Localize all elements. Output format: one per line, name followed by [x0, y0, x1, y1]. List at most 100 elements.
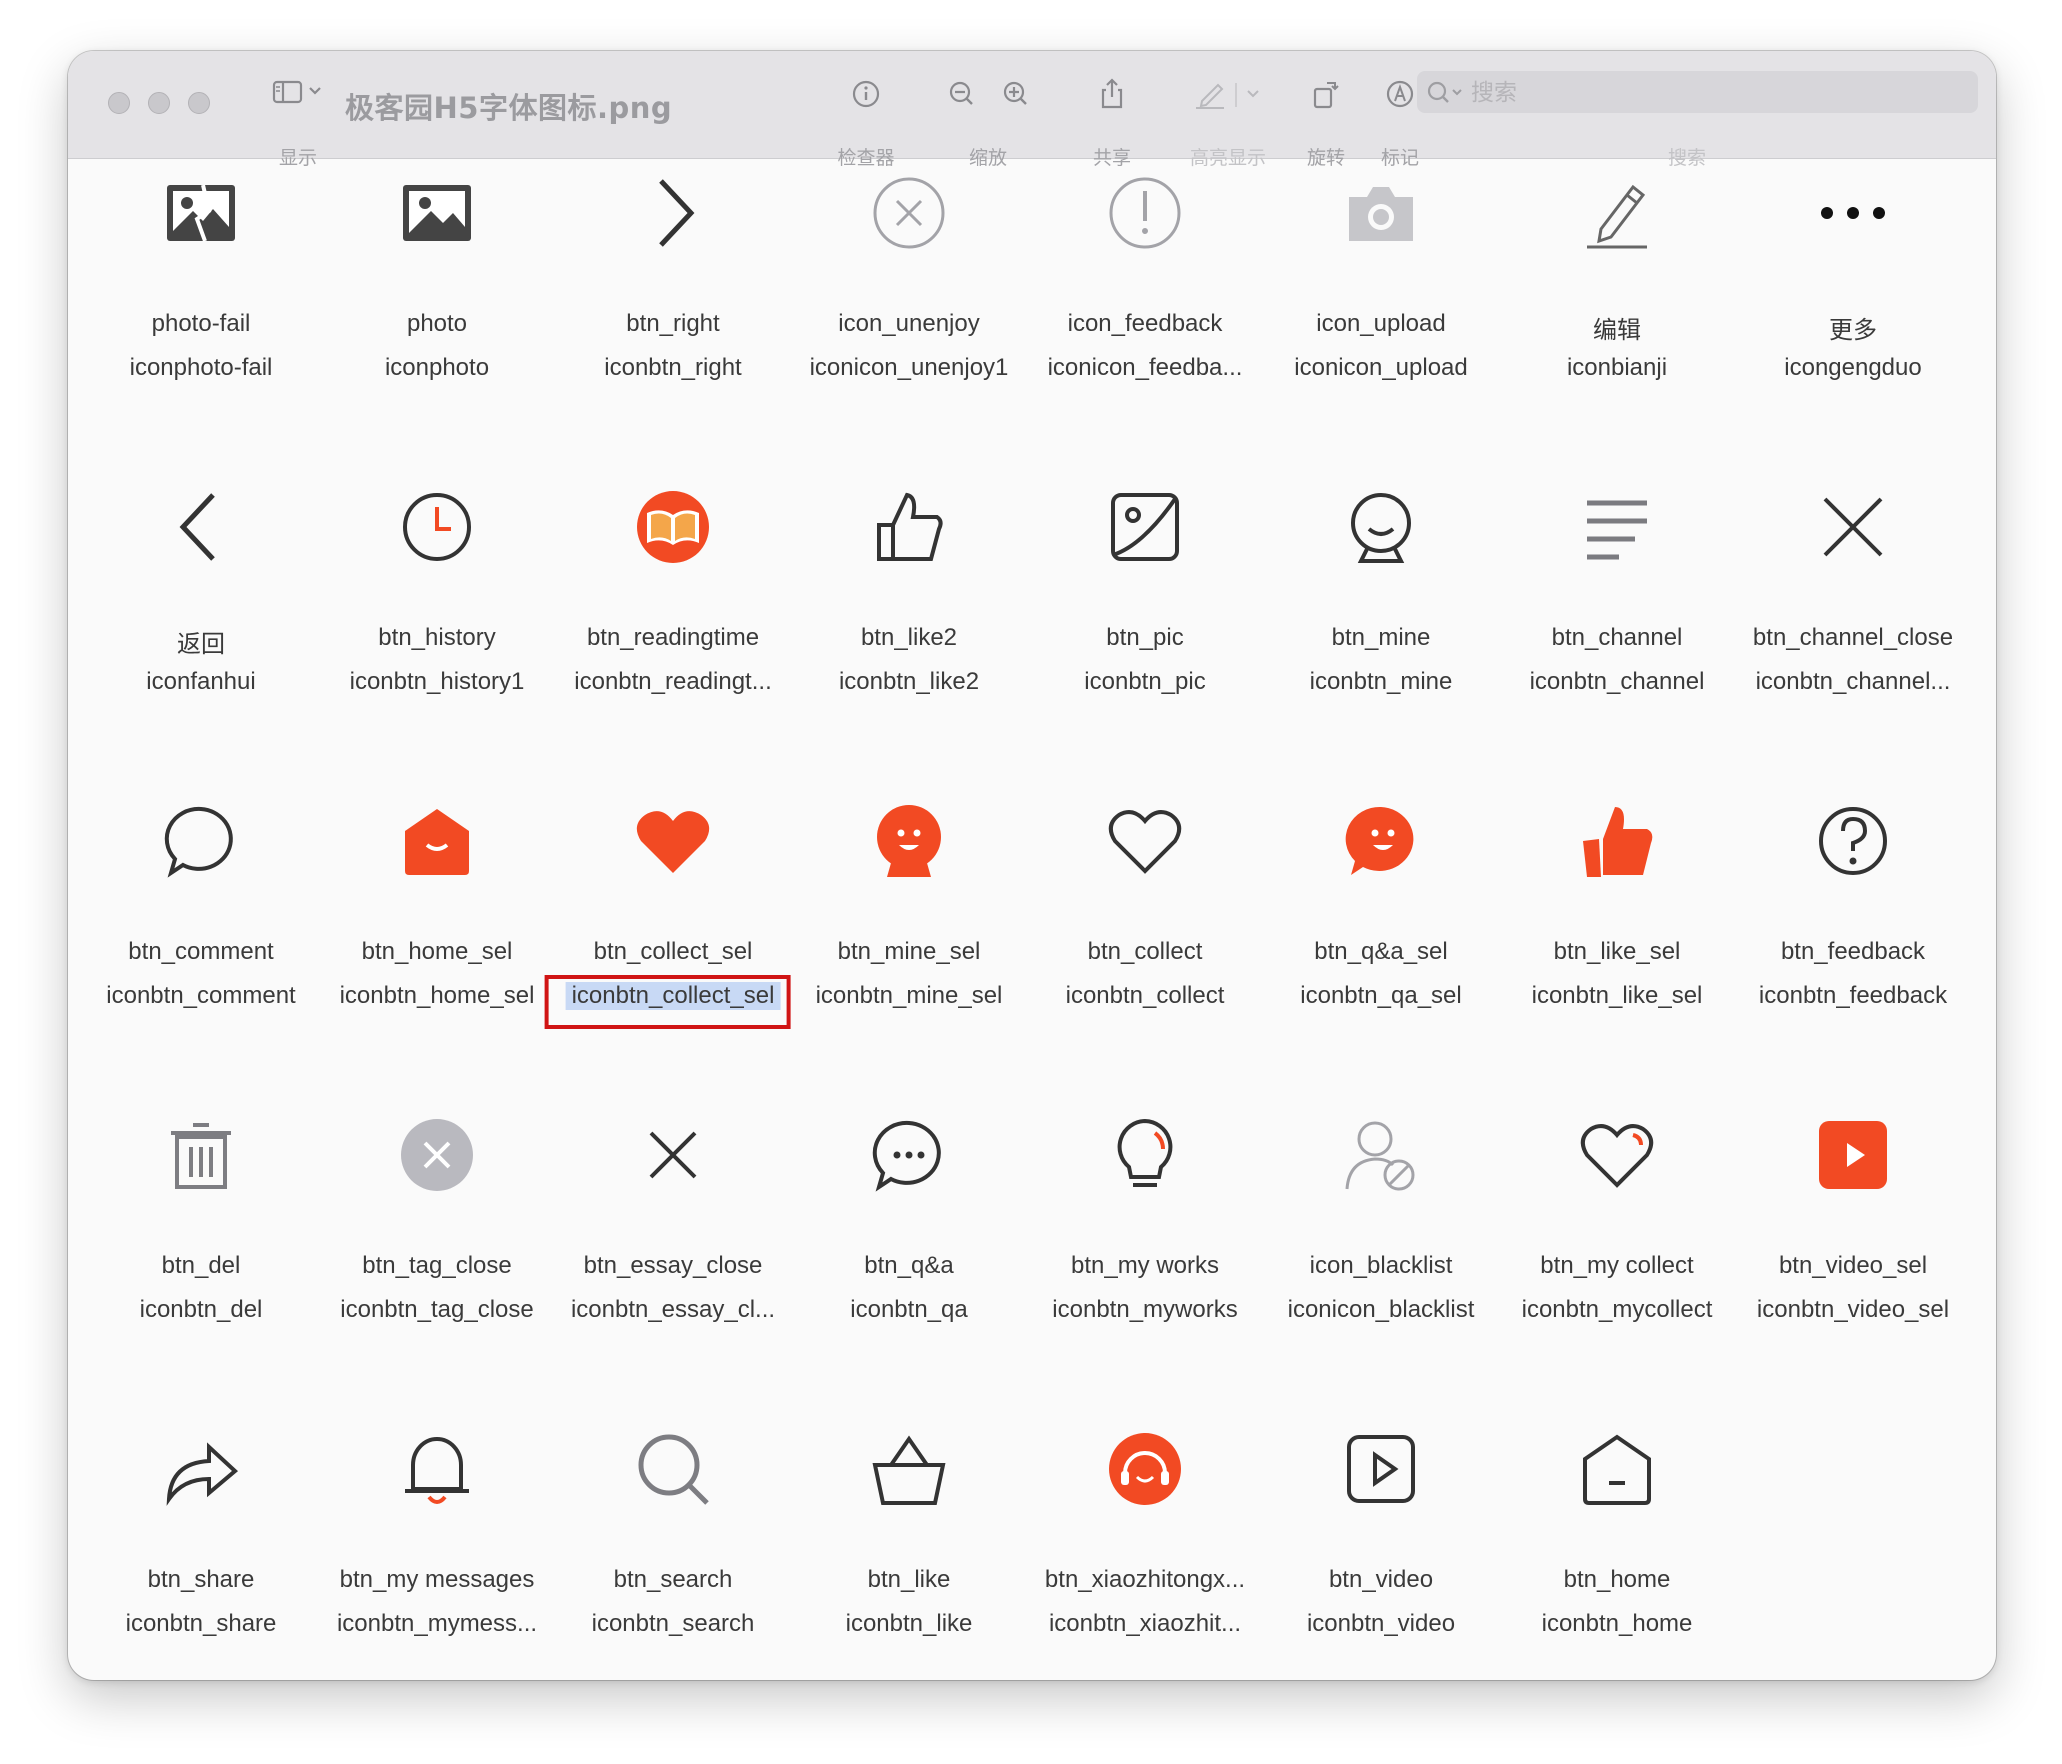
- display-button[interactable]: 显示: [258, 71, 338, 169]
- icon-code-label: iconbtn_myworks: [1052, 1296, 1238, 1323]
- heart-outline-icon: [1103, 799, 1187, 883]
- bell-icon: [395, 1427, 479, 1511]
- icon-item[interactable]: btn_home_sel iconbtn_home_sel: [319, 787, 555, 1087]
- icon-item[interactable]: btn_del iconbtn_del: [83, 1101, 319, 1401]
- play-outline-icon: [1339, 1427, 1423, 1511]
- chat-dots-icon: [867, 1113, 951, 1197]
- icon-name-label: btn_channel: [1551, 624, 1683, 651]
- picture-icon: [1103, 485, 1187, 569]
- headset-icon: [1103, 1427, 1187, 1511]
- icon-item[interactable]: btn_essay_close iconbtn_essay_cl...: [555, 1101, 791, 1401]
- icon-name-label: btn_like: [867, 1566, 951, 1593]
- icon-item[interactable]: btn_mine_sel iconbtn_mine_sel: [791, 787, 1027, 1087]
- icon-item[interactable]: btn_channel_close iconbtn_channel...: [1735, 473, 1971, 773]
- icon-name-label: photo-fail: [151, 310, 251, 337]
- search-field[interactable]: [1417, 71, 1978, 113]
- close-small-icon: [631, 1113, 715, 1197]
- icon-item[interactable]: icon_feedback iconicon_feedba...: [1027, 159, 1263, 459]
- icon-code-label: iconbtn_comment: [106, 982, 296, 1009]
- icon-item[interactable]: btn_feedback iconbtn_feedback: [1735, 787, 1971, 1087]
- icon-code-label: iconbtn_history1: [349, 668, 525, 695]
- heart-accent-icon: [1575, 1113, 1659, 1197]
- zoom-control[interactable]: 缩放: [934, 71, 1042, 169]
- icon-code-label: iconicon_unenjoy1: [809, 354, 1009, 381]
- rotate-icon: [1313, 82, 1339, 109]
- search-input[interactable]: [1469, 77, 1953, 109]
- icon-code-label: iconbtn_like_sel: [1531, 982, 1703, 1009]
- share-icon: [1101, 78, 1123, 109]
- icon-item[interactable]: btn_home iconbtn_home: [1499, 1415, 1735, 1680]
- icon-item[interactable]: icon_unenjoy iconicon_unenjoy1: [791, 159, 1027, 459]
- icon-name-label: btn_essay_close: [583, 1252, 763, 1279]
- zoom-window-button[interactable]: [188, 92, 210, 114]
- close-window-button[interactable]: [108, 92, 130, 114]
- photo-fail-icon: [159, 171, 243, 255]
- icon-item[interactable]: btn_q&a iconbtn_qa: [791, 1101, 1027, 1401]
- icon-name-label: btn_like2: [860, 624, 958, 651]
- icon-code-label: iconbtn_video_sel: [1756, 1296, 1950, 1323]
- highlight-button[interactable]: 高亮显示: [1178, 71, 1278, 169]
- icon-item[interactable]: photo-fail iconphoto-fail: [83, 159, 319, 459]
- icon-item[interactable]: photo iconphoto: [319, 159, 555, 459]
- icon-item[interactable]: btn_my collect iconbtn_mycollect: [1499, 1101, 1735, 1401]
- rotate-button[interactable]: 旋转: [1286, 71, 1366, 169]
- icon-item[interactable]: btn_comment iconbtn_comment: [83, 787, 319, 1087]
- icon-item[interactable]: btn_readingtime iconbtn_readingt...: [555, 473, 791, 773]
- share-button[interactable]: 共享: [1072, 71, 1152, 169]
- icon-item[interactable]: btn_video iconbtn_video: [1263, 1415, 1499, 1680]
- chat-face-filled-icon: [1339, 799, 1423, 883]
- icon-code-label: iconbtn_home_sel: [339, 982, 535, 1009]
- speech-bubble-icon: [159, 799, 243, 883]
- icon-name-label: icon_feedback: [1067, 310, 1223, 337]
- icon-code-label: iconbtn_xiaozhit...: [1048, 1610, 1242, 1637]
- icon-name-label: icon_upload: [1316, 310, 1446, 337]
- chevron-left-icon: [159, 485, 243, 569]
- icon-item[interactable]: btn_right iconbtn_right: [555, 159, 791, 459]
- circle-x-filled-icon: [395, 1113, 479, 1197]
- icon-item[interactable]: btn_channel iconbtn_channel: [1499, 473, 1735, 773]
- icon-name-label: icon_unenjoy: [838, 310, 980, 337]
- icon-item[interactable]: btn_search iconbtn_search: [555, 1415, 791, 1680]
- icon-item[interactable]: icon_blacklist iconicon_blacklist: [1263, 1101, 1499, 1401]
- icon-item[interactable]: btn_like2 iconbtn_like2: [791, 473, 1027, 773]
- menu-lines-icon: [1575, 485, 1659, 569]
- icon-item[interactable]: btn_pic iconbtn_pic: [1027, 473, 1263, 773]
- icon-item[interactable]: btn_like_sel iconbtn_like_sel: [1499, 787, 1735, 1087]
- inspector-button[interactable]: 检查器: [826, 71, 906, 169]
- icon-code-label: iconbtn_search: [591, 1610, 755, 1637]
- icon-name-label: btn_del: [161, 1252, 241, 1279]
- user-blocked-icon: [1339, 1113, 1423, 1197]
- share-arrow-icon: [159, 1427, 243, 1511]
- icon-code-label: iconbianji: [1566, 354, 1668, 381]
- icon-item[interactable]: btn_collect_sel iconbtn_collect_sel: [544, 787, 791, 1087]
- icon-item[interactable]: btn_q&a_sel iconbtn_qa_sel: [1263, 787, 1499, 1087]
- icon-code-label: iconbtn_collect: [1065, 982, 1225, 1009]
- icon-item[interactable]: 编辑 iconbianji: [1499, 159, 1735, 459]
- icon-item[interactable]: btn_video_sel iconbtn_video_sel: [1735, 1101, 1971, 1401]
- icon-item[interactable]: btn_tag_close iconbtn_tag_close: [319, 1101, 555, 1401]
- minimize-window-button[interactable]: [148, 92, 170, 114]
- lightbulb-icon: [1103, 1113, 1187, 1197]
- thumb-up-filled-icon: [1575, 799, 1659, 883]
- icon-item[interactable]: btn_my works iconbtn_myworks: [1027, 1101, 1263, 1401]
- icon-code-label: iconbtn_pic: [1084, 668, 1206, 695]
- icon-item[interactable]: btn_collect iconbtn_collect: [1027, 787, 1263, 1087]
- icon-item[interactable]: btn_mine iconbtn_mine: [1263, 473, 1499, 773]
- search-icon: [1427, 81, 1462, 103]
- icon-code-label: iconbtn_video: [1306, 1610, 1456, 1637]
- icon-item[interactable]: 更多 icongengduo: [1735, 159, 1971, 459]
- icon-code-label: iconicon_blacklist: [1287, 1296, 1475, 1323]
- icon-item[interactable]: btn_xiaozhitongx... iconbtn_xiaozhit...: [1027, 1415, 1263, 1680]
- icon-item[interactable]: icon_upload iconicon_upload: [1263, 159, 1499, 459]
- icon-item[interactable]: btn_share iconbtn_share: [83, 1415, 319, 1680]
- icon-code-label: iconphoto: [384, 354, 490, 381]
- icon-item[interactable]: btn_like iconbtn_like: [791, 1415, 1027, 1680]
- icon-code-label: iconbtn_channel: [1529, 668, 1705, 695]
- icon-item[interactable]: 返回 iconfanhui: [83, 473, 319, 773]
- icon-name-label: icon_blacklist: [1309, 1252, 1453, 1279]
- icon-item[interactable]: btn_history iconbtn_history1: [319, 473, 555, 773]
- icon-name-label: btn_collect_sel: [593, 938, 753, 965]
- icon-item[interactable]: btn_my messages iconbtn_mymess...: [319, 1415, 555, 1680]
- zoom-in-out-icon: [949, 81, 1027, 105]
- icon-name-label: btn_search: [613, 1566, 733, 1593]
